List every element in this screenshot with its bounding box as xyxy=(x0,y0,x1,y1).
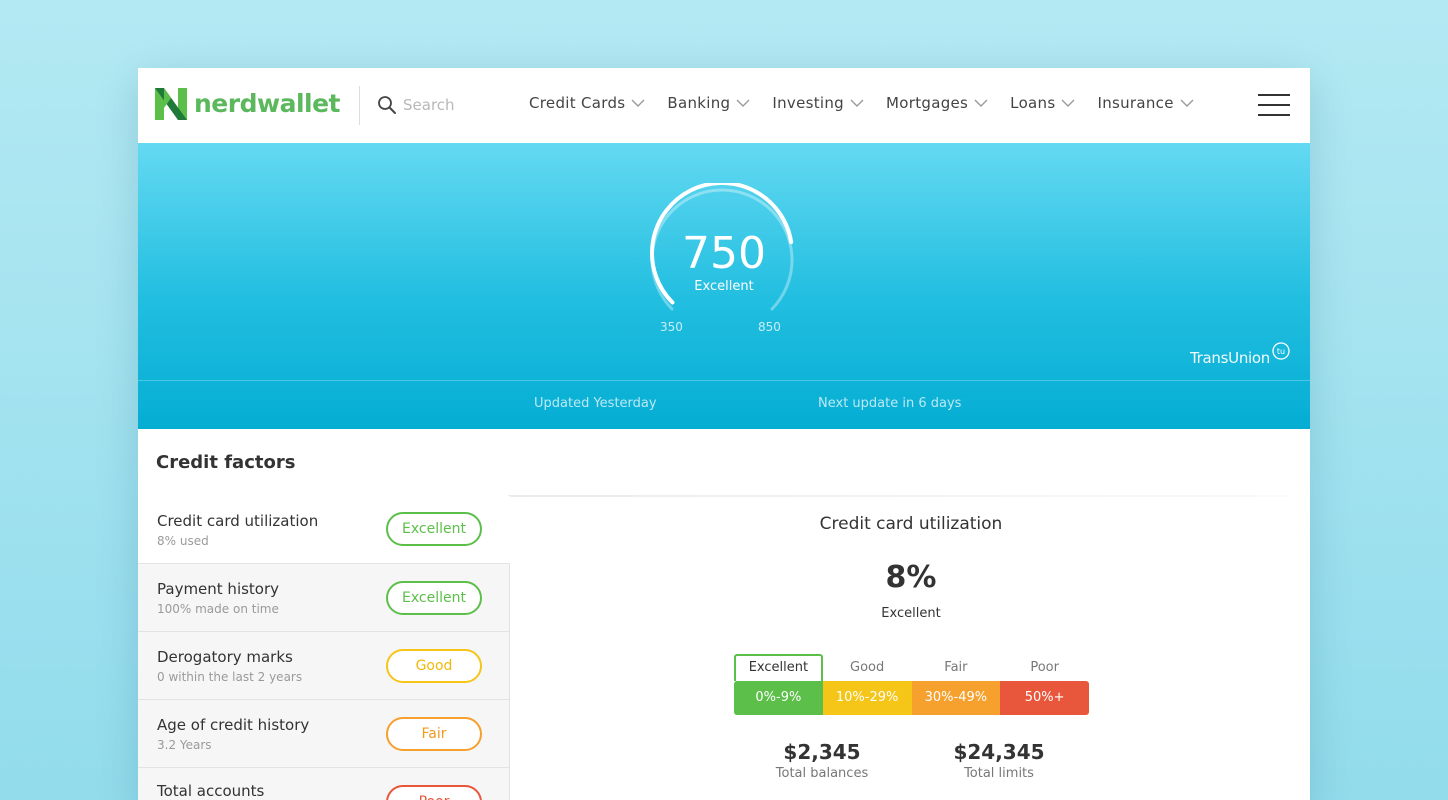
bureau-logo: TransUnion tu xyxy=(1190,342,1291,367)
hero-divider xyxy=(138,380,1310,381)
factor-name: Total accounts xyxy=(157,782,265,800)
rating-badge: Poor xyxy=(386,785,482,800)
next-update-text: Next update in 6 days xyxy=(818,396,962,411)
nav-credit-cards[interactable]: Credit Cards xyxy=(529,94,645,112)
gauge-min-label: 350 xyxy=(660,320,683,334)
nav-insurance[interactable]: Insurance xyxy=(1097,94,1194,112)
total-limits-value: $24,345 xyxy=(953,740,1045,764)
hamburger-menu-icon[interactable] xyxy=(1258,92,1290,118)
top-nav: nerdwallet Credit Cards Banking Investin… xyxy=(138,68,1310,143)
nav-mortgages[interactable]: Mortgages xyxy=(886,94,988,112)
chevron-down-icon xyxy=(1180,99,1194,107)
search-icon xyxy=(378,96,396,114)
factor-age-of-credit-history[interactable]: Age of credit history 3.2 Years Fair xyxy=(138,700,510,768)
factor-name: Credit card utilization xyxy=(157,512,319,530)
chevron-down-icon xyxy=(974,99,988,107)
factor-subtitle: 0 within the last 2 years xyxy=(157,670,303,684)
main-nav: Credit Cards Banking Investing Mortgages… xyxy=(529,94,1216,112)
gauge-max-label: 850 xyxy=(758,320,781,334)
scale-label-excellent: Excellent xyxy=(734,654,823,681)
scale-range-poor: 50%+ xyxy=(1000,681,1089,715)
chevron-down-icon xyxy=(736,99,750,107)
search[interactable] xyxy=(377,94,503,116)
header-divider xyxy=(359,86,360,125)
nav-investing[interactable]: Investing xyxy=(772,94,864,112)
scale-range-fair: 30%-49% xyxy=(911,681,1001,715)
scale-bars: 0%-9% 10%-29% 30%-49% 50%+ xyxy=(734,681,1089,715)
total-limits: $24,345 Total limits xyxy=(924,740,1074,781)
section-divider xyxy=(508,495,1288,497)
chevron-down-icon xyxy=(631,99,645,107)
nav-label: Loans xyxy=(1010,94,1056,112)
scale-label-fair: Fair xyxy=(944,660,968,675)
search-input[interactable] xyxy=(403,94,503,116)
factor-name: Payment history xyxy=(157,580,280,598)
updated-text: Updated Yesterday xyxy=(534,396,657,411)
svg-text:tu: tu xyxy=(1277,347,1285,356)
nav-label: Mortgages xyxy=(886,94,969,112)
factor-subtitle: 8% used xyxy=(157,534,209,548)
chevron-down-icon xyxy=(850,99,864,107)
credit-score-value: 750 xyxy=(682,228,766,279)
credit-score-hero: 750 Excellent 350 850 TransUnion tu Upda… xyxy=(138,143,1310,429)
rating-scale: Excellent Good Fair Poor 0%-9% 10%-29% 3… xyxy=(734,654,1089,715)
nav-banking[interactable]: Banking xyxy=(667,94,750,112)
total-balances-value: $2,345 xyxy=(783,740,861,764)
nav-label: Banking xyxy=(667,94,731,112)
scale-label-poor: Poor xyxy=(1030,660,1059,675)
rating-badge: Fair xyxy=(386,717,482,751)
utilization-rating: Excellent xyxy=(881,606,941,621)
app-window: nerdwallet Credit Cards Banking Investin… xyxy=(138,68,1310,800)
rating-badge: Good xyxy=(386,649,482,683)
chevron-down-icon xyxy=(1061,99,1075,107)
scale-range-good: 10%-29% xyxy=(822,681,912,715)
credit-factors-title: Credit factors xyxy=(156,452,296,473)
scale-labels: Excellent Good Fair Poor xyxy=(734,654,1089,681)
factor-payment-history[interactable]: Payment history 100% made on time Excell… xyxy=(138,564,510,632)
scale-range-excellent: 0%-9% xyxy=(734,681,823,715)
logo-text: nerdwallet xyxy=(194,89,341,118)
credit-score-rating: Excellent xyxy=(694,279,754,294)
bureau-name: TransUnion xyxy=(1190,349,1270,367)
total-balances: $2,345 Total balances xyxy=(747,740,897,781)
factor-name: Age of credit history xyxy=(157,716,310,734)
scale-label-good: Good xyxy=(850,660,885,675)
factor-subtitle: 3.2 Years xyxy=(157,738,212,752)
nav-label: Credit Cards xyxy=(529,94,626,112)
total-balances-label: Total balances xyxy=(775,766,869,781)
factor-total-accounts[interactable]: Total accounts Poor xyxy=(138,768,510,800)
factor-derogatory-marks[interactable]: Derogatory marks 0 within the last 2 yea… xyxy=(138,632,510,700)
rating-badge: Excellent xyxy=(386,581,482,615)
nav-label: Insurance xyxy=(1097,94,1174,112)
rating-badge: Excellent xyxy=(386,512,482,546)
factor-subtitle: 100% made on time xyxy=(157,602,279,616)
credit-factor-list: Credit card utilization 8% used Excellen… xyxy=(138,496,511,800)
transunion-logo-icon: tu xyxy=(1272,342,1290,360)
factor-credit-card-utilization[interactable]: Credit card utilization 8% used Excellen… xyxy=(138,496,510,564)
nerdwallet-logo-icon xyxy=(155,88,187,120)
total-limits-label: Total limits xyxy=(964,766,1034,781)
nav-label: Investing xyxy=(772,94,845,112)
factor-name: Derogatory marks xyxy=(157,648,293,666)
utilization-value: 8% xyxy=(885,560,937,595)
nav-loans[interactable]: Loans xyxy=(1010,94,1075,112)
detail-title: Credit card utilization xyxy=(819,514,1003,534)
logo[interactable]: nerdwallet xyxy=(155,88,341,120)
